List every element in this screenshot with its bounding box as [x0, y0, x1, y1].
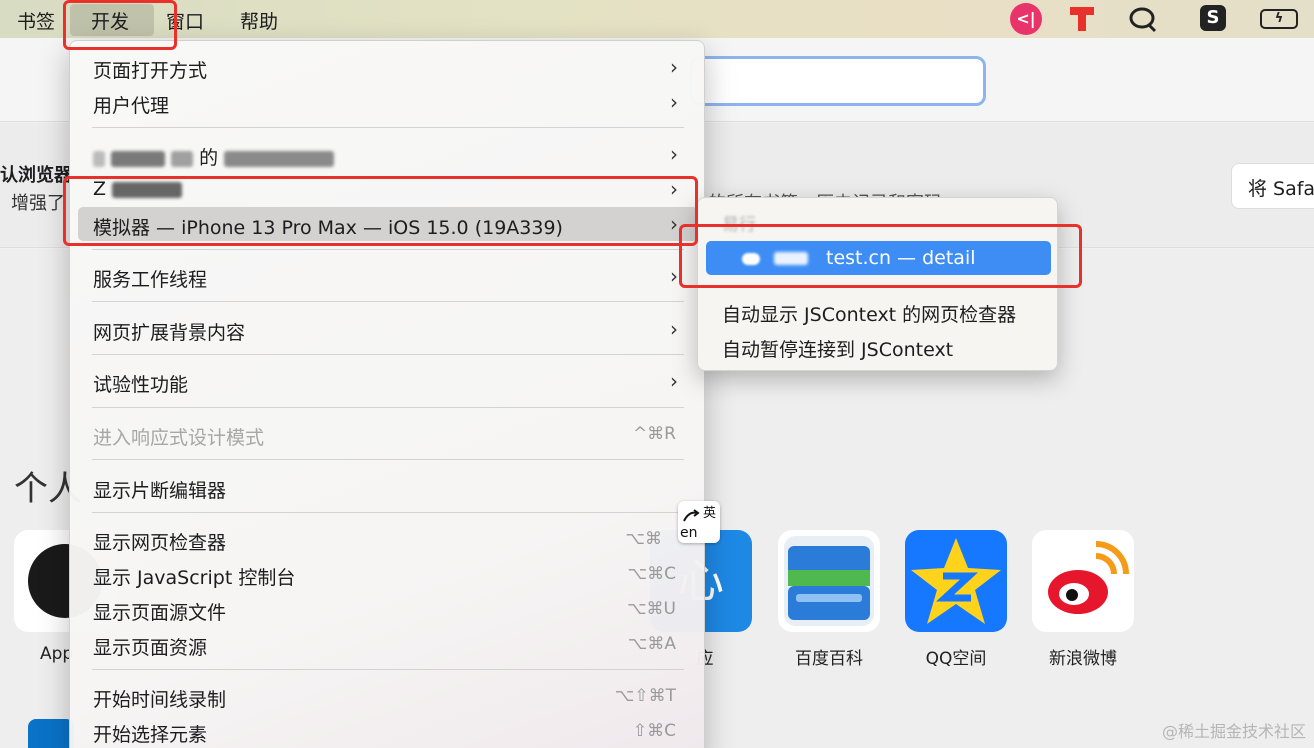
chevron-right-icon: › [670, 90, 678, 114]
shortcut-label: ⌥⇧⌘T [614, 686, 676, 706]
menu-separator [92, 127, 684, 128]
chevron-right-icon: › [670, 317, 678, 341]
menu-item-web-inspector[interactable]: 显示网页检查器 ⌥⌘ [78, 522, 698, 556]
menu-separator [92, 301, 684, 302]
baidu-baike-icon [784, 536, 874, 626]
redacted-text [111, 150, 166, 167]
menu-item-experimental[interactable]: 试验性功能 › [78, 364, 698, 398]
menu-item-label: 开始选择元素 [93, 724, 208, 746]
annotation-box-page-item [679, 224, 1082, 288]
menu-item-responsive-mode[interactable]: 进入响应式设计模式 ^⌘R [78, 417, 698, 451]
ime-top-label: 英 [702, 506, 716, 521]
menu-separator [92, 459, 684, 460]
shortcut-label: ^⌘R [632, 424, 676, 444]
shortcut-label: ⇧⌘C [632, 721, 676, 741]
menu-separator [92, 669, 684, 670]
redacted-text [93, 150, 105, 167]
submenu-item-auto-pause[interactable]: 自动暂停连接到 JSContext [722, 335, 953, 362]
battery-icon[interactable]: ϟ [1260, 5, 1298, 33]
sina-weibo-icon [1048, 541, 1129, 614]
menu-separator [92, 512, 684, 513]
menu-separator [92, 249, 684, 250]
menu-bookmarks[interactable]: 书签 [17, 7, 55, 34]
menu-item-label: 显示网页检查器 [93, 532, 227, 554]
menu-separator [92, 407, 684, 408]
menu-item-page-resources[interactable]: 显示页面资源 ⌥⌘A [78, 627, 698, 661]
develop-menu: 页面打开方式 › 用户代理 › 的 › Z › 模拟器 — iPhone 13 … [69, 40, 705, 748]
menu-item-label: 显示片断编辑器 [93, 480, 227, 502]
s-app-icon[interactable]: S [1200, 5, 1232, 33]
shortcut-label: ⌥⌘ [625, 529, 662, 549]
menu-item-label: 试验性功能 [93, 374, 189, 396]
redacted-text [171, 150, 194, 167]
menu-item-user-agent[interactable]: 用户代理 › [78, 85, 698, 119]
menu-item-js-console[interactable]: 显示 JavaScript 控制台 ⌥⌘C [78, 557, 698, 591]
notify-app-glyph: <| [1010, 3, 1042, 35]
menu-item-label: 显示页面源文件 [93, 602, 227, 624]
chevron-right-icon: › [670, 264, 678, 288]
menu-item-select-element[interactable]: 开始选择元素 ⇧⌘C [78, 714, 698, 748]
menu-item-label: 用户代理 [93, 95, 170, 117]
submenu-item-auto-inspect[interactable]: 自动显示 JSContext 的网页检查器 [722, 300, 1016, 327]
menu-item-service-workers[interactable]: 服务工作线程 › [78, 259, 698, 293]
qq-zone-tile[interactable] [905, 530, 1007, 632]
shortcut-label: ⌥⌘A [627, 634, 676, 654]
shortcut-label: ⌥⌘C [627, 564, 676, 584]
device-name-fragment: 的 [199, 147, 219, 169]
banner-title: 认浏览器 [0, 165, 72, 186]
shortcut-label: ⌥⌘U [626, 599, 676, 619]
menu-item-page-source[interactable]: 显示页面源文件 ⌥⌘U [78, 592, 698, 626]
menu-item-timeline[interactable]: 开始时间线录制 ⌥⇧⌘T [78, 679, 698, 713]
menu-separator [92, 354, 684, 355]
stepped-app-icon[interactable] [1068, 5, 1100, 33]
menu-item-label: 显示 JavaScript 控制台 [93, 567, 296, 589]
menu-item-device-macbook[interactable]: 的 › [78, 137, 698, 171]
chevron-right-icon: › [670, 369, 678, 393]
address-field[interactable] [690, 56, 986, 106]
ime-bottom-label: en [680, 525, 698, 541]
set-default-safari-button[interactable]: 将 Safa [1231, 163, 1314, 209]
menu-item-label: 进入响应式设计模式 [93, 427, 265, 449]
menu-help[interactable]: 帮助 [240, 7, 278, 34]
baidu-baike-label: 百度百科 [795, 649, 863, 669]
input-method-badge[interactable]: 英 en [678, 501, 720, 543]
redacted-text [224, 150, 335, 167]
menu-item-label: 的 [93, 143, 335, 170]
sina-weibo-label: 新浪微博 [1049, 649, 1117, 669]
baidu-baike-tile[interactable] [778, 530, 880, 632]
menu-item-label: 页面打开方式 [93, 60, 208, 82]
annotation-box-simulator [63, 176, 698, 246]
s-app-glyph: S [1200, 5, 1226, 31]
qq-zone-label: QQ空间 [925, 649, 987, 669]
battery-glyph: ϟ [1260, 9, 1298, 29]
banner-body: 增强了 [11, 193, 65, 214]
menu-item-open-page-with[interactable]: 页面打开方式 › [78, 50, 698, 84]
chat-bubble-icon[interactable] [1127, 5, 1159, 33]
menu-item-label: 网页扩展背景内容 [93, 322, 246, 344]
menu-item-label: 开始时间线录制 [93, 689, 227, 711]
menu-item-snippet-editor[interactable]: 显示片断编辑器 [78, 470, 698, 504]
menu-item-web-extension-bg[interactable]: 网页扩展背景内容 › [78, 312, 698, 346]
menu-item-label: 显示页面资源 [93, 637, 208, 659]
chevron-right-icon: › [670, 55, 678, 79]
sina-weibo-tile[interactable] [1032, 530, 1134, 632]
switch-arrows-icon [683, 509, 700, 522]
menu-item-label: 服务工作线程 [93, 269, 208, 291]
chevron-right-icon: › [670, 142, 678, 166]
annotation-box-develop [63, 0, 177, 50]
qq-zone-icon [911, 538, 1001, 624]
notify-app-icon[interactable]: <| [1010, 3, 1042, 35]
watermark: @稀土掘金技术社区 [1161, 722, 1306, 741]
partial-tile[interactable] [28, 719, 74, 748]
menu-bar: 书签 开发 窗口 帮助 <| S ϟ [0, 0, 1314, 38]
